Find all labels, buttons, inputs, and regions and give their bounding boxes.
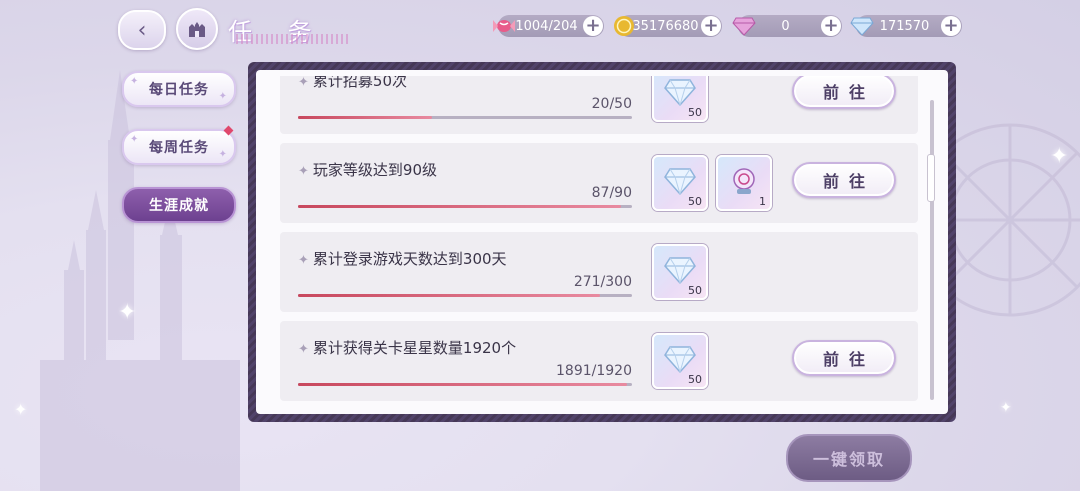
reward-qty: 50 <box>688 195 702 208</box>
reward-crystal-ball[interactable]: 1 <box>716 155 772 211</box>
task-panel-inner: ✦ 累计招募50次 20/50 50 前往 ✦ 玩家等级达到90级 87/90 50 <box>256 70 948 414</box>
currency-coin: 35176680 + <box>614 15 722 37</box>
sparkle-icon: ✦ <box>1050 144 1069 169</box>
task-row: ✦ 累计招募50次 20/50 50 前往 <box>280 76 918 134</box>
task-progress-bar <box>298 116 632 119</box>
task-name: ✦ 玩家等级达到90级 <box>298 161 437 179</box>
sparkle-icon: ✦ <box>218 149 228 160</box>
go-button[interactable]: 前往 <box>792 162 896 198</box>
sparkle-icon: ✦ <box>14 400 28 419</box>
star-bullet-icon: ✦ <box>298 253 309 268</box>
tab-daily-tasks[interactable]: ✦ 每日任务 ✦ <box>122 71 236 107</box>
progress-fill <box>298 205 621 208</box>
sparkle-icon: ✦ <box>130 76 140 87</box>
diamond-icon <box>664 168 696 195</box>
tab-career-achievements[interactable]: 生涯成就 <box>122 187 236 223</box>
progress-fill <box>298 383 627 386</box>
task-progress-bar <box>298 205 632 208</box>
crystal-ball-icon <box>733 168 755 194</box>
top-bar: ‹ 任 务 1004/204 + 35176680 + 0 + 171570 + <box>0 0 1080 56</box>
castle-silhouette-background <box>40 70 240 491</box>
tab-label: 生涯成就 <box>149 198 209 214</box>
reward-qty: 1 <box>759 195 766 208</box>
star-bullet-icon: ✦ <box>298 342 309 357</box>
reward-diamond[interactable]: 50 <box>652 244 708 300</box>
star-bullet-icon: ✦ <box>298 164 309 179</box>
task-progress-text: 271/300 <box>573 274 632 290</box>
tab-label: 每日任务 <box>149 82 209 98</box>
currency-pink-diamond: 0 + <box>732 15 842 37</box>
task-name: ✦ 累计登录游戏天数达到300天 <box>298 250 507 268</box>
task-row: ✦ 累计登录游戏天数达到300天 271/300 50 <box>280 232 918 312</box>
task-progress-bar <box>298 383 632 386</box>
task-row: ✦ 累计获得关卡星星数量1920个 1891/1920 50 前往 <box>280 321 918 401</box>
reward-qty: 50 <box>688 373 702 386</box>
reward-qty: 50 <box>688 284 702 297</box>
castle-home-icon <box>189 22 205 37</box>
pink-diamond-icon <box>730 12 758 40</box>
add-coin-button[interactable]: + <box>701 16 721 36</box>
gold-coin-icon <box>610 12 638 40</box>
sparkle-icon: ✦ <box>1000 400 1012 416</box>
task-row: ✦ 玩家等级达到90级 87/90 50 1 前往 <box>280 143 918 223</box>
go-button[interactable]: 前往 <box>792 76 896 109</box>
back-arrow-icon: ‹ <box>137 17 147 43</box>
scrollbar-track[interactable] <box>930 100 934 400</box>
task-progress-text: 87/90 <box>591 185 632 201</box>
diamond-icon <box>664 346 696 373</box>
reward-diamond[interactable]: 50 <box>652 155 708 211</box>
sparkle-icon: ✦ <box>218 91 228 102</box>
sparkle-icon: ✦ <box>130 134 140 145</box>
go-button[interactable]: 前往 <box>792 340 896 376</box>
diamond-icon <box>848 12 876 40</box>
home-button[interactable] <box>176 8 218 50</box>
add-diamond-button[interactable]: + <box>941 16 961 36</box>
task-progress-text: 20/50 <box>591 96 632 112</box>
title-decoration <box>236 34 348 44</box>
reward-diamond[interactable]: 50 <box>652 333 708 389</box>
candy-icon <box>490 12 518 40</box>
add-pink-diamond-button[interactable]: + <box>821 16 841 36</box>
task-name: ✦ 累计获得关卡星星数量1920个 <box>298 339 517 357</box>
progress-fill <box>298 294 600 297</box>
progress-fill <box>298 116 432 119</box>
tab-weekly-tasks[interactable]: ✦ 每周任务 ✦ <box>122 125 236 165</box>
diamond-icon <box>664 257 696 284</box>
task-panel: ✦ 累计招募50次 20/50 50 前往 ✦ 玩家等级达到90级 87/90 50 <box>248 62 956 422</box>
currency-diamond: 171570 + <box>850 15 962 37</box>
claim-all-button[interactable]: 一键领取 <box>786 434 912 482</box>
scrollbar-thumb[interactable] <box>927 154 935 202</box>
star-bullet-icon: ✦ <box>298 76 309 90</box>
task-progress-text: 1891/1920 <box>556 363 632 379</box>
reward-diamond[interactable]: 50 <box>652 76 708 122</box>
add-candy-button[interactable]: + <box>583 16 603 36</box>
task-name: ✦ 累计招募50次 <box>298 76 407 90</box>
back-button[interactable]: ‹ <box>118 10 166 50</box>
reward-qty: 50 <box>688 106 702 119</box>
sparkle-icon: ✦ <box>118 300 137 325</box>
tab-label: 每周任务 <box>149 140 209 156</box>
task-progress-bar <box>298 294 632 297</box>
diamond-icon <box>664 79 696 106</box>
task-list[interactable]: ✦ 累计招募50次 20/50 50 前往 ✦ 玩家等级达到90级 87/90 50 <box>266 76 930 406</box>
currency-candy: 1004/204 + <box>493 15 604 37</box>
